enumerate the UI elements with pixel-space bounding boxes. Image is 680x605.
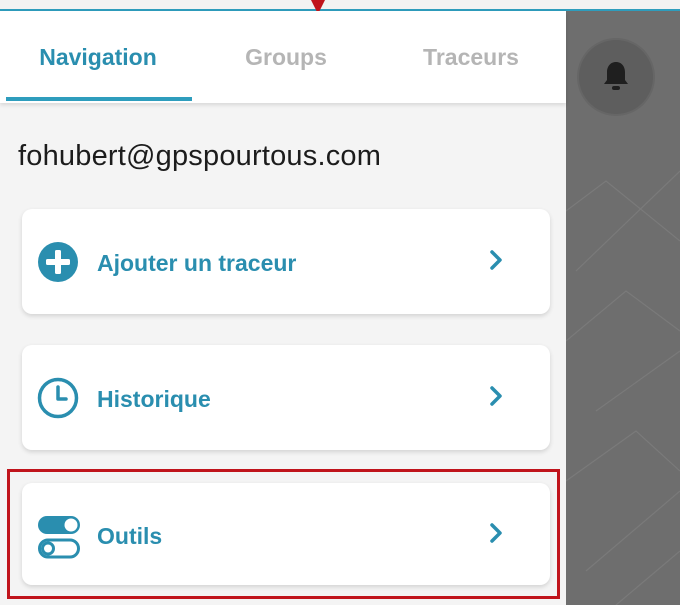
add-tracker-item[interactable]: Ajouter un traceur <box>22 209 550 314</box>
account-email: fohubert@gpspourtous.com <box>18 140 382 172</box>
clock-icon <box>36 376 80 425</box>
active-tab-indicator <box>6 97 192 101</box>
add-circle-icon <box>36 240 80 289</box>
chevron-right-icon <box>488 385 504 412</box>
history-item[interactable]: Historique <box>22 345 550 450</box>
bell-icon <box>604 62 628 90</box>
tab-navigation[interactable]: Navigation <box>0 11 196 103</box>
history-label: Historique <box>97 386 211 412</box>
highlight-frame <box>7 469 560 599</box>
notifications-button[interactable] <box>579 40 653 114</box>
add-tracker-label: Ajouter un traceur <box>97 250 297 276</box>
chevron-right-icon <box>488 249 504 276</box>
tab-groups[interactable]: Groups <box>196 11 376 103</box>
tab-bar: Navigation Groups Traceurs <box>0 11 566 103</box>
tab-traceurs[interactable]: Traceurs <box>376 11 566 103</box>
